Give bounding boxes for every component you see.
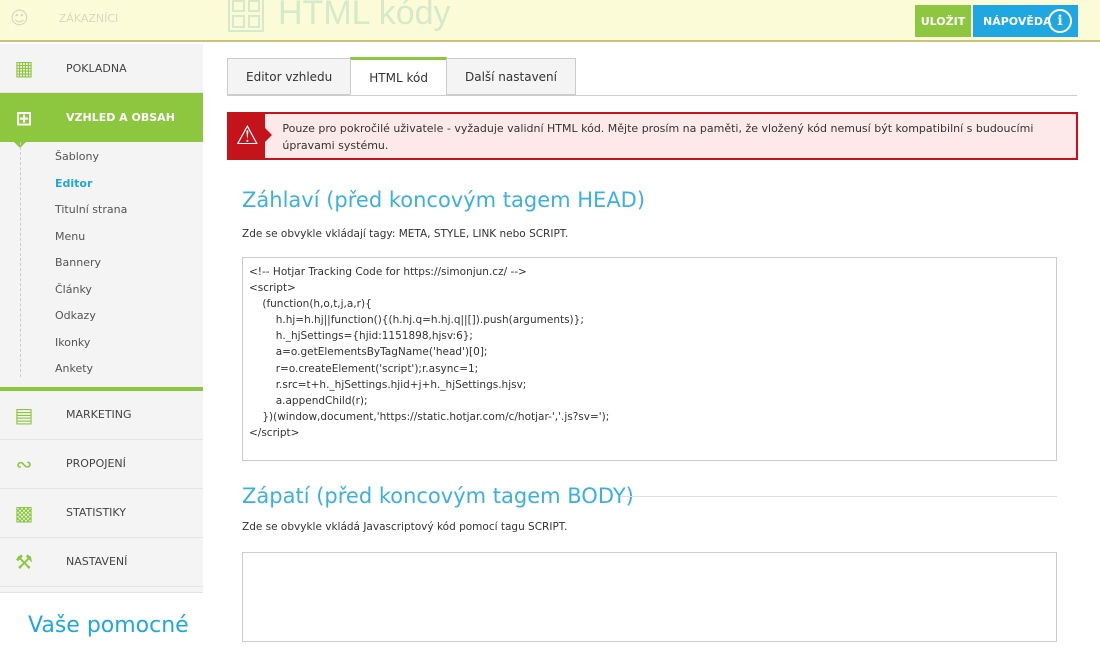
submenu-item[interactable]: Šablony <box>0 144 203 171</box>
nav-customers[interactable]: ☺ ZÁKAZNÍCI <box>10 8 118 29</box>
body-section-desc: Zde se obvykle vkládá Javascriptový kód … <box>242 521 568 533</box>
sidebar-item-nastaveni[interactable]: ⚒ NASTAVENÍ <box>0 538 203 587</box>
submenu-item[interactable]: Bannery <box>0 250 203 277</box>
save-button[interactable]: ULOŽIT <box>915 5 971 37</box>
submenu-item[interactable]: Ankety <box>0 356 203 383</box>
head-section-title: Záhlaví (před koncovým tagem HEAD) <box>242 188 646 212</box>
cash-register-icon: ▦ <box>14 56 34 80</box>
help-box-title: Vaše pomocné <box>0 592 203 672</box>
submenu-item[interactable]: Články <box>0 277 203 304</box>
help-button[interactable]: NÁPOVĚDA i <box>973 5 1078 37</box>
sidebar-item-propojeni[interactable]: ∾ PROPOJENÍ <box>0 440 203 489</box>
layout-grid-icon: ⊞ <box>15 105 33 130</box>
sidebar-item-marketing[interactable]: ▤ MARKETING <box>0 391 203 440</box>
warning-alert: ⚠ Pouze pro pokročilé uživatele - vyžadu… <box>227 112 1078 160</box>
info-icon: i <box>1048 9 1072 33</box>
head-code-textarea[interactable]: <!-- Hotjar Tracking Code for https://si… <box>242 257 1057 461</box>
sidebar-item-pokladna[interactable]: ▦ POKLADNA <box>0 44 203 93</box>
submenu-item[interactable]: Titulní strana <box>0 197 203 224</box>
alert-text: Pouze pro pokročilé uživatele - vyžaduje… <box>282 122 1034 152</box>
submenu-item[interactable]: Odkazy <box>0 303 203 330</box>
warning-icon: ⚠ <box>229 114 273 158</box>
tab-divider <box>227 95 1077 96</box>
tab-html-kod[interactable]: HTML kód <box>350 57 447 95</box>
submenu-item-active[interactable]: Editor <box>0 171 203 198</box>
sidebar-item-statistiky[interactable]: ▩ STATISTIKY <box>0 489 203 538</box>
head-section-desc: Zde se obvykle vkládají tagy: META, STYL… <box>242 228 569 240</box>
top-bar: ☺ ZÁKAZNÍCI HTML kódy ULOŽIT NÁPOVĚDA i <box>0 0 1100 42</box>
page-title: HTML kódy <box>228 0 451 33</box>
sidebar-item-vzhled[interactable]: ⊞ VZHLED A OBSAH <box>0 93 203 148</box>
submenu-item[interactable]: Menu <box>0 224 203 251</box>
body-section-title: Zápatí (před koncovým tagem BODY) <box>242 484 634 508</box>
tabs: Editor vzhledu HTML kód Další nastavení <box>227 57 576 95</box>
money-icon: ▤ <box>14 402 34 427</box>
submenu-item[interactable]: Ikonky <box>0 330 203 357</box>
wrench-icon: ⚒ <box>15 549 33 574</box>
section-divider <box>620 496 1057 497</box>
tab-editor-vzhledu[interactable]: Editor vzhledu <box>227 58 352 95</box>
chart-icon: ▩ <box>14 500 34 525</box>
sidebar: ▦ POKLADNA ⊞ VZHLED A OBSAH Šablony Editor… <box>0 44 203 672</box>
layout-grid-icon <box>228 0 264 32</box>
user-icon: ☺ <box>10 8 29 29</box>
connection-icon: ∾ <box>15 451 33 476</box>
submenu: Šablony Editor Titulní strana Menu Banne… <box>0 142 203 391</box>
tab-dalsi-nastaveni[interactable]: Další nastavení <box>445 58 576 95</box>
body-code-textarea[interactable] <box>242 552 1057 642</box>
